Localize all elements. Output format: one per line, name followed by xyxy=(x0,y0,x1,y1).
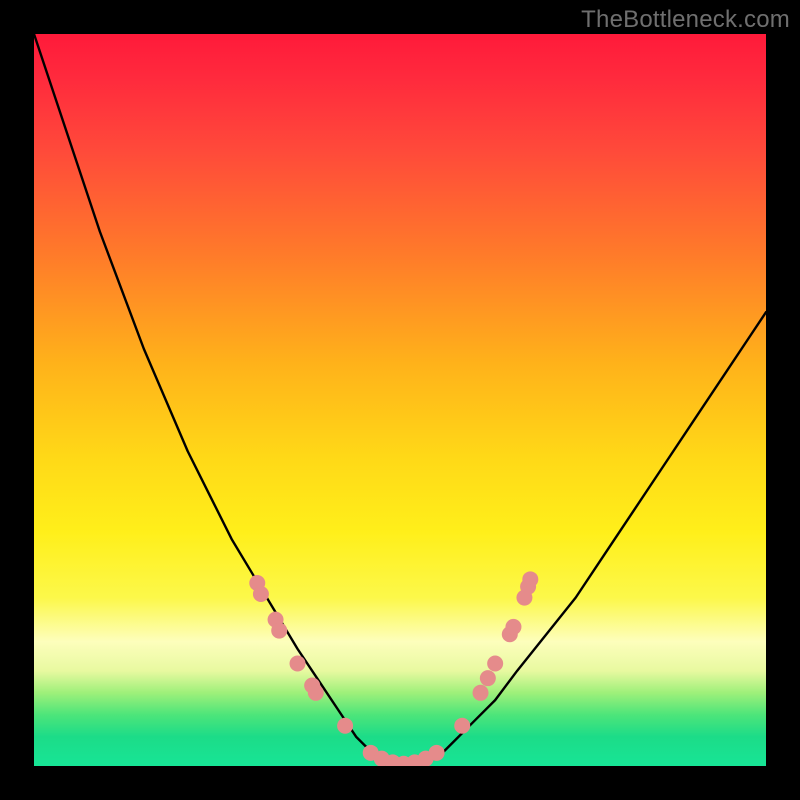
highlight-dot xyxy=(271,623,287,639)
highlight-dot xyxy=(473,685,489,701)
highlight-dots xyxy=(249,571,538,766)
plot-area xyxy=(34,34,766,766)
chart-stage: TheBottleneck.com xyxy=(0,0,800,800)
highlight-dot xyxy=(290,656,306,672)
highlight-dot xyxy=(522,571,538,587)
highlight-dot xyxy=(505,619,521,635)
highlight-dot xyxy=(253,586,269,602)
highlight-dot xyxy=(487,656,503,672)
highlight-dot xyxy=(429,745,445,761)
bottleneck-curve xyxy=(34,34,766,766)
watermark-text: TheBottleneck.com xyxy=(581,6,790,34)
plot-svg xyxy=(34,34,766,766)
highlight-dot xyxy=(337,718,353,734)
highlight-dot xyxy=(308,685,324,701)
highlight-dot xyxy=(454,718,470,734)
highlight-dot xyxy=(480,670,496,686)
